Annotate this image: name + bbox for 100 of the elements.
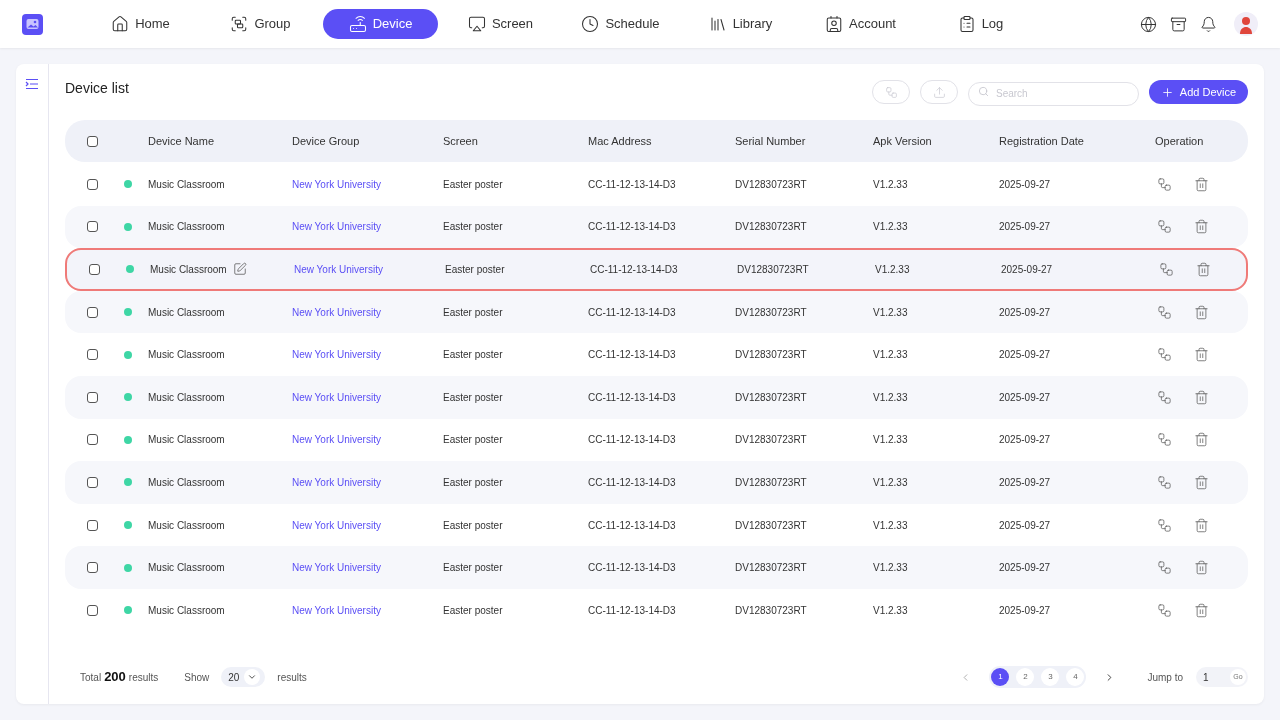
delete-icon[interactable] — [1196, 262, 1211, 277]
page-button[interactable]: 4 — [1066, 668, 1085, 686]
delete-icon[interactable] — [1194, 347, 1209, 363]
clipboard-icon — [957, 15, 976, 33]
table-cell-text: CC-11-12-13-14-D3 — [588, 475, 676, 490]
group-icon[interactable] — [1157, 304, 1172, 320]
group-link[interactable]: New York University — [292, 219, 381, 235]
group-link[interactable]: New York University — [292, 432, 381, 448]
table-row[interactable]: Music Classroom New York University Easter poster CC-11-12-13-14-D3 DV12830723RT V1.2.33 2025-09-27 — [65, 546, 1248, 589]
table-cell-text: V1.2.33 — [873, 561, 908, 576]
page-button[interactable]: 2 — [1016, 668, 1035, 686]
show-label: Show — [184, 670, 210, 685]
delete-icon[interactable] — [1194, 560, 1209, 576]
checkbox[interactable] — [87, 221, 98, 233]
logo-icon[interactable] — [22, 13, 43, 35]
page-button[interactable]: 1 — [991, 668, 1010, 686]
checkbox[interactable] — [87, 178, 98, 190]
add-device-button[interactable]: Add Device — [1149, 80, 1248, 104]
group-icon[interactable] — [1157, 474, 1172, 490]
table-cell-text: CC-11-12-13-14-D3 — [588, 305, 676, 320]
globe-icon[interactable] — [1140, 15, 1157, 33]
group-icon[interactable] — [1157, 517, 1172, 533]
checkbox[interactable] — [87, 434, 98, 446]
group-link[interactable]: New York University — [292, 517, 381, 533]
checkbox[interactable] — [87, 135, 98, 147]
books-icon — [708, 15, 727, 33]
search-icon — [978, 86, 989, 97]
group-link[interactable]: New York University — [294, 262, 383, 277]
clock-icon — [581, 15, 600, 33]
checkbox[interactable] — [87, 476, 98, 488]
table-cell-text: 2025-09-27 — [999, 561, 1051, 576]
checkbox[interactable] — [87, 349, 98, 361]
delete-icon[interactable] — [1194, 304, 1209, 320]
edit-icon[interactable] — [232, 262, 247, 277]
delete-icon[interactable] — [1194, 432, 1209, 448]
group-link[interactable]: New York University — [292, 304, 381, 320]
delete-icon[interactable] — [1194, 517, 1209, 533]
table-cell-text: V1.2.33 — [873, 348, 908, 363]
page-size-select[interactable]: 20 — [221, 667, 266, 687]
bell-icon[interactable] — [1200, 15, 1217, 33]
nav-tab[interactable]: Home — [83, 9, 198, 39]
group-icon[interactable] — [1159, 262, 1174, 277]
nav-tab[interactable]: Library — [683, 9, 798, 39]
table-row[interactable]: Music Classroom New York University Easter poster CC-11-12-13-14-D3 DV12830723RT V1.2.33 2025-09-27 — [65, 375, 1248, 419]
total-label: Total — [80, 670, 102, 685]
table-row[interactable]: Music Classroom New York University Easter poster CC-11-12-13-14-D3 DV12830723RT V1.2.33 2025-09-27 — [65, 461, 1248, 504]
delete-icon[interactable] — [1194, 219, 1209, 235]
checkbox[interactable] — [87, 562, 98, 574]
group-icon — [884, 85, 898, 99]
device-name: Music Classroom — [148, 220, 225, 235]
nav-tab[interactable]: Account — [803, 9, 918, 39]
table-row[interactable]: Music Classroom New York University Easter poster CC-11-12-13-14-D3 DV12830723RT V1.2.33 2025-09-27 — [65, 290, 1248, 334]
nav-tab[interactable]: Group — [203, 9, 318, 39]
delete-icon[interactable] — [1194, 389, 1209, 405]
nav-tab[interactable]: Screen — [443, 9, 558, 39]
device-name: Music Classroom — [148, 561, 225, 576]
group-icon[interactable] — [1157, 432, 1172, 448]
page-title: Device list — [65, 78, 129, 98]
delete-icon[interactable] — [1194, 176, 1209, 192]
checkbox[interactable] — [87, 519, 98, 531]
group-icon[interactable] — [1157, 560, 1172, 576]
table-cell-text: DV12830723RT — [735, 177, 807, 192]
delete-icon[interactable] — [1194, 474, 1209, 490]
group-link[interactable]: New York University — [292, 347, 381, 363]
table-cell-text: DV12830723RT — [735, 305, 807, 320]
column-header: Device Group — [292, 133, 360, 149]
table-cell-text: Easter poster — [443, 220, 503, 235]
group-icon[interactable] — [1157, 176, 1172, 192]
checkbox[interactable] — [87, 391, 98, 403]
checkbox[interactable] — [87, 604, 98, 616]
group-link[interactable]: New York University — [292, 474, 381, 490]
archive-icon[interactable] — [1170, 15, 1187, 33]
table-cell-text: V1.2.33 — [873, 518, 908, 533]
group-link[interactable]: New York University — [292, 602, 381, 618]
sidebar-toggle-icon[interactable] — [25, 78, 39, 90]
table-row[interactable]: Music Classroom New York University Easter poster CC-11-12-13-14-D3 DV12830723RT V1.2.33 2025-09-27 — [65, 248, 1248, 291]
table-cell-text: DV12830723RT — [735, 348, 807, 363]
group-icon[interactable] — [1157, 602, 1172, 618]
table-cell-text: 2025-09-27 — [999, 475, 1051, 490]
checkbox[interactable] — [87, 306, 98, 318]
table-cell-text: CC-11-12-13-14-D3 — [588, 433, 676, 448]
table-cell-text: DV12830723RT — [735, 561, 807, 576]
group-icon[interactable] — [1157, 347, 1172, 363]
avatar[interactable] — [1234, 12, 1258, 36]
group-link[interactable]: New York University — [292, 560, 381, 576]
nav-tab[interactable]: Log — [923, 9, 1038, 39]
group-link[interactable]: New York University — [292, 389, 381, 405]
nav-tab[interactable]: Schedule — [563, 9, 678, 39]
group-link[interactable]: New York University — [292, 176, 381, 192]
table-cell-text: 2025-09-27 — [999, 390, 1051, 405]
nav-tab[interactable]: Device — [323, 9, 438, 39]
delete-icon[interactable] — [1194, 602, 1209, 618]
router-icon — [348, 15, 367, 33]
page-button[interactable]: 3 — [1041, 668, 1060, 686]
checkbox[interactable] — [89, 264, 100, 275]
table-row[interactable]: Music Classroom New York University Easter poster CC-11-12-13-14-D3 DV12830723RT V1.2.33 2025-09-27 — [65, 205, 1248, 249]
group-icon[interactable] — [1157, 219, 1172, 235]
group-icon[interactable] — [1157, 389, 1172, 405]
house-icon — [111, 15, 130, 33]
table-cell-text: V1.2.33 — [873, 390, 908, 405]
